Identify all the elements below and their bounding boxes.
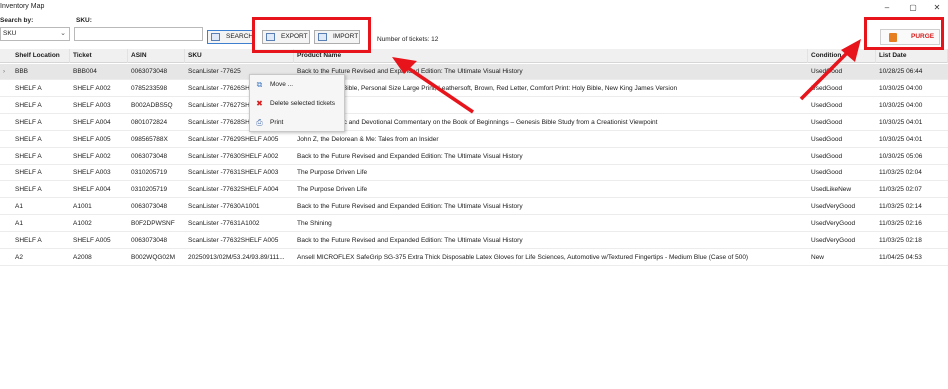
annotation-arrows	[392, 39, 861, 114]
arrow-head	[841, 39, 861, 62]
arrow-to-export-import	[392, 57, 474, 114]
arrow-line	[404, 64, 474, 114]
arrow-line	[799, 48, 852, 101]
arrow-to-purge	[799, 39, 861, 101]
